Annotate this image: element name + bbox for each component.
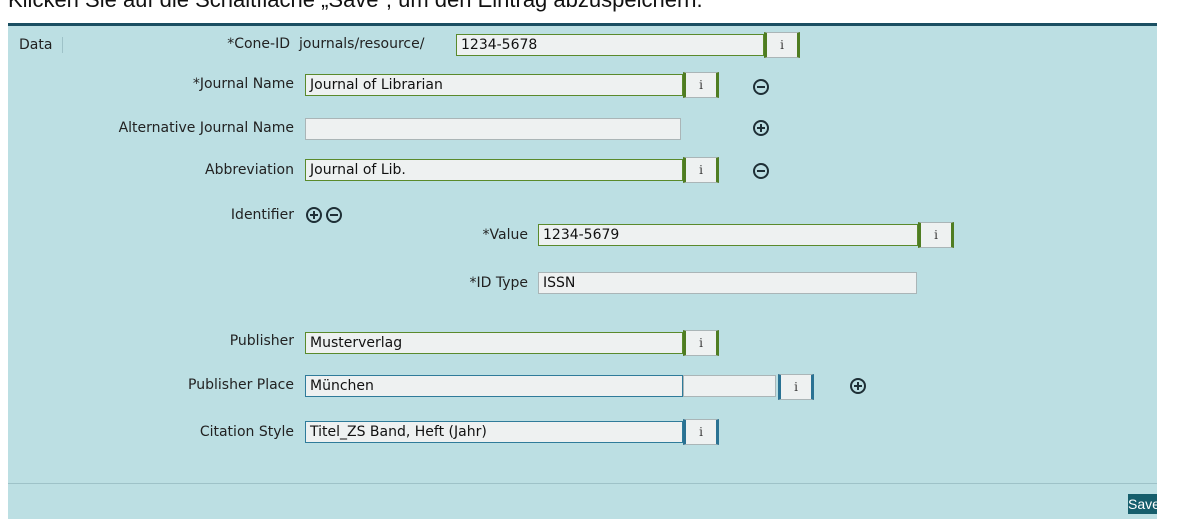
publisher-place-input[interactable]: München bbox=[305, 375, 683, 397]
tab-data[interactable]: Data bbox=[19, 37, 64, 53]
alt-journal-name-input[interactable] bbox=[305, 118, 681, 140]
alt-journal-name-label: Alternative Journal Name bbox=[118, 120, 294, 136]
cone-id-prefix: journals/resource/ bbox=[299, 36, 425, 52]
id-type-input[interactable]: ISSN bbox=[538, 272, 917, 294]
publisher-place-label: Publisher Place bbox=[188, 377, 294, 393]
journal-name-info-button[interactable]: i bbox=[683, 72, 719, 98]
cone-id-label: *Cone-ID bbox=[227, 36, 290, 52]
cone-id-input[interactable]: 1234-5678 bbox=[456, 34, 764, 56]
instruction-caption: Klicken Sie auf die Schaltfläche „Save“,… bbox=[8, 0, 1178, 12]
journal-form-panel: Data *Cone-ID journals/resource/ 1234-56… bbox=[8, 23, 1157, 519]
footer-divider bbox=[8, 483, 1157, 484]
journal-name-input[interactable]: Journal of Librarian bbox=[305, 74, 683, 96]
remove-journal-name-icon[interactable] bbox=[753, 79, 769, 95]
abbreviation-info-button[interactable]: i bbox=[683, 157, 719, 183]
identifier-value-input[interactable]: 1234-5679 bbox=[538, 224, 918, 246]
id-type-label: *ID Type bbox=[469, 275, 528, 291]
publisher-label: Publisher bbox=[229, 333, 294, 349]
journal-name-label: *Journal Name bbox=[192, 76, 294, 92]
add-identifier-icon[interactable] bbox=[306, 207, 322, 223]
citation-style-info-button[interactable]: i bbox=[683, 419, 719, 445]
publisher-place-info-button[interactable]: i bbox=[778, 374, 814, 400]
publisher-input[interactable]: Musterverlag bbox=[305, 332, 683, 354]
remove-identifier-icon[interactable] bbox=[326, 207, 342, 223]
identifier-value-label: *Value bbox=[482, 227, 528, 243]
save-button[interactable]: Save bbox=[1128, 494, 1160, 514]
remove-abbreviation-icon[interactable] bbox=[753, 163, 769, 179]
identifier-value-info-button[interactable]: i bbox=[918, 222, 954, 248]
abbreviation-input[interactable]: Journal of Lib. bbox=[305, 159, 683, 181]
cone-id-info-button[interactable]: i bbox=[764, 32, 800, 58]
citation-style-label: Citation Style bbox=[199, 424, 294, 440]
identifier-label: Identifier bbox=[230, 207, 294, 223]
publisher-info-button[interactable]: i bbox=[683, 330, 719, 356]
publisher-place-secondary-input[interactable] bbox=[683, 375, 776, 397]
add-alt-journal-name-icon[interactable] bbox=[753, 120, 769, 136]
citation-style-input[interactable]: Titel_ZS Band, Heft (Jahr) bbox=[305, 421, 683, 443]
abbreviation-label: Abbreviation bbox=[205, 162, 294, 178]
add-publisher-place-icon[interactable] bbox=[850, 378, 866, 394]
